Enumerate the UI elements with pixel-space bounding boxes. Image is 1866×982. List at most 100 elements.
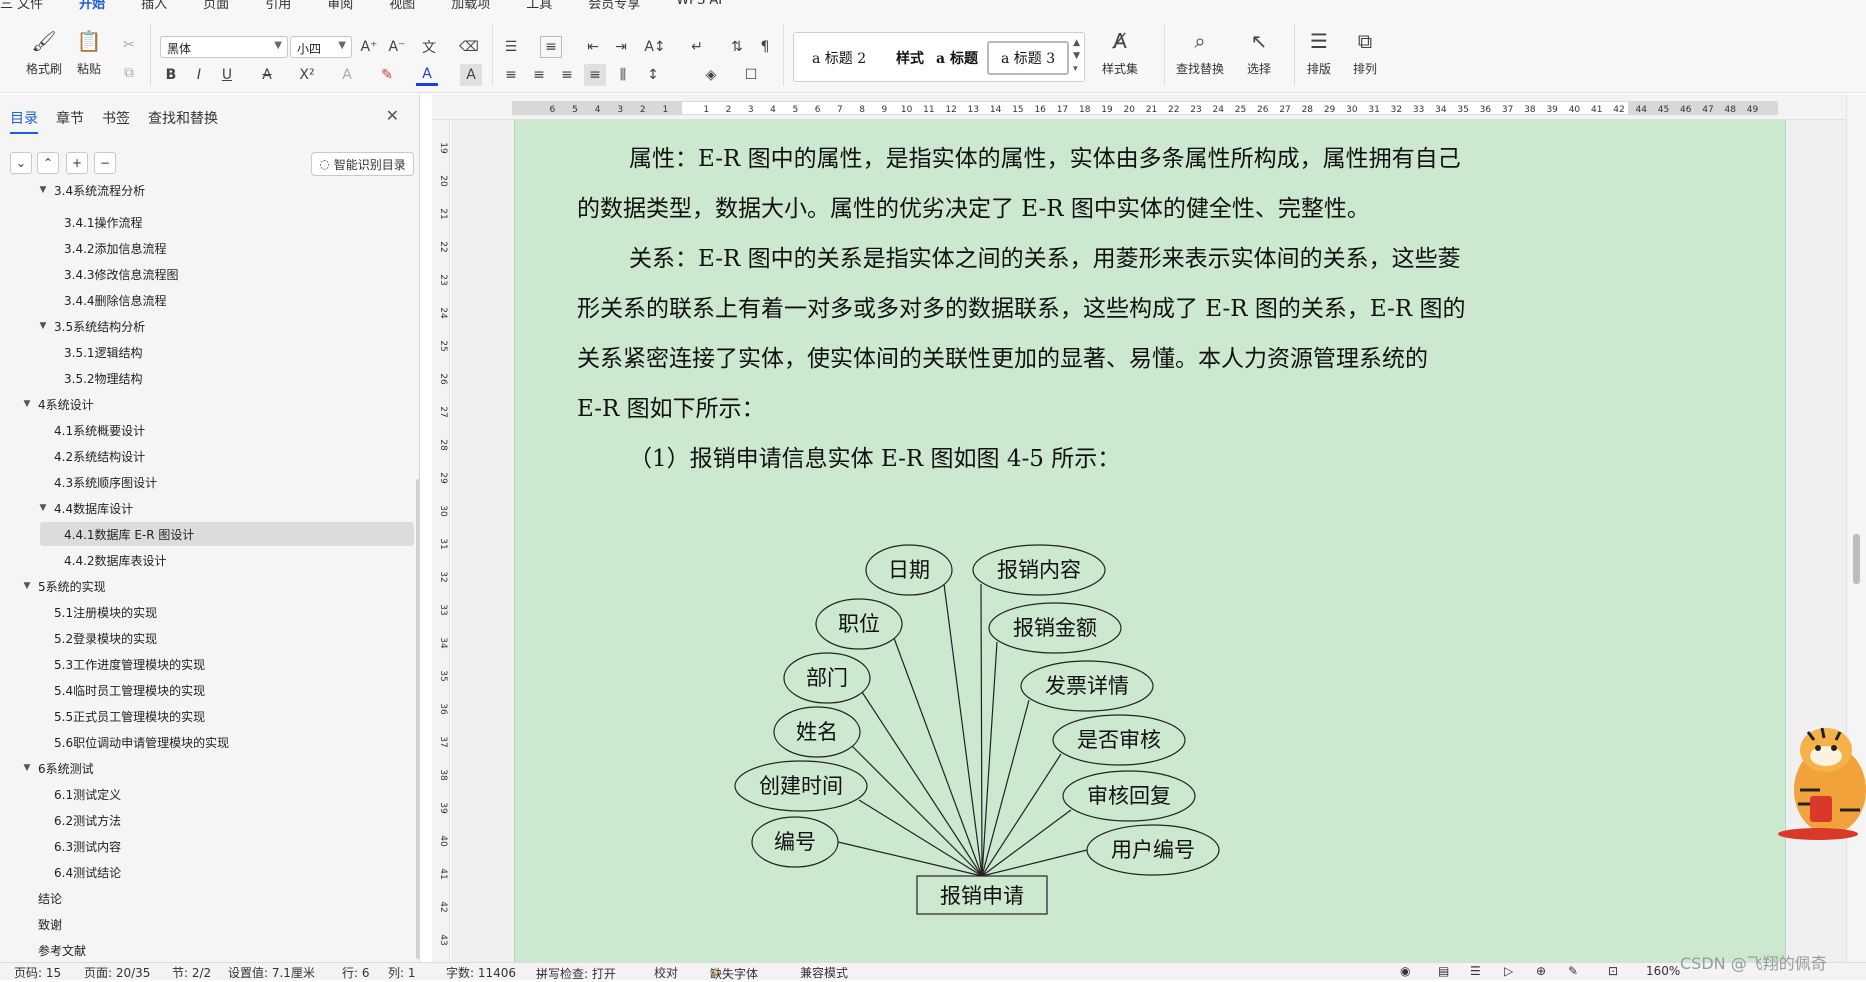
font-name-select[interactable]: 黑体 ▼ (160, 36, 288, 58)
font-size-select[interactable]: 小四 ▼ (290, 36, 352, 58)
status-page[interactable]: 页码: 15 (14, 964, 61, 981)
paste-button[interactable]: 📋 粘贴 (76, 28, 102, 77)
menu-tab[interactable]: 审阅 (327, 0, 353, 10)
toc-item[interactable]: 6.4测试结论 (0, 860, 416, 884)
bold-icon[interactable]: B (160, 64, 182, 86)
superscript-icon[interactable]: X² (296, 64, 318, 86)
toc-item[interactable]: ▼ 3.4系统流程分析 (0, 178, 416, 202)
toc-item[interactable]: 5.6职位调动申请管理模块的实现 (0, 730, 416, 754)
expand-triangle-icon[interactable]: ▼ (38, 321, 48, 331)
close-icon[interactable]: ✕ (386, 106, 399, 125)
menu-tab[interactable]: 开始 (79, 0, 105, 10)
expand-triangle-icon[interactable]: ▼ (22, 763, 32, 773)
menu-tab[interactable]: WPS AI (676, 0, 722, 10)
grow-font-icon[interactable]: A⁺ (358, 36, 380, 58)
toc-item[interactable]: 4.2系统结构设计 (0, 444, 416, 468)
status-section[interactable]: 节: 2/2 (172, 964, 211, 981)
bullet-list-icon[interactable]: ☰ (500, 36, 522, 58)
toc-item[interactable]: ▼ 5系统的实现 (0, 574, 416, 598)
nav-scrollbar[interactable] (416, 479, 419, 959)
menu-tab[interactable]: 视图 (389, 0, 415, 10)
toc-item[interactable]: 3.4.1操作流程 (0, 210, 416, 234)
status-pages[interactable]: 页面: 20/35 (84, 964, 150, 981)
expand-triangle-icon[interactable]: ▼ (22, 581, 32, 591)
toc-item[interactable]: 致谢 (0, 912, 416, 936)
toc-item[interactable]: 3.4.4删除信息流程 (0, 288, 416, 312)
text-direction-icon[interactable]: A↕ (644, 36, 666, 58)
toc-item[interactable]: ▼ 4系统设计 (0, 392, 416, 416)
toc-item[interactable]: 3.5.1逻辑结构 (0, 340, 416, 364)
highlight-icon[interactable]: ✎ (376, 64, 398, 86)
sort-icon[interactable]: ⇅ (726, 36, 748, 58)
toc-item[interactable]: 4.4.2数据库表设计 (0, 548, 416, 572)
style-heading[interactable]: a 标题 (936, 41, 978, 75)
menu-tab[interactable]: 加载项 (451, 0, 490, 10)
scroll-thumb[interactable] (1853, 534, 1860, 584)
fit-page-icon[interactable]: ⊡ (1608, 964, 1618, 978)
strikethrough-icon[interactable]: A (256, 64, 278, 86)
status-row[interactable]: 行: 6 (342, 964, 370, 981)
toc-item[interactable]: 5.5正式员工管理模块的实现 (0, 704, 416, 728)
line-spacing-icon[interactable]: ↕ (642, 64, 664, 86)
toc-item[interactable]: 5.1注册模块的实现 (0, 600, 416, 624)
toc-item[interactable]: 6.1测试定义 (0, 782, 416, 806)
toc-item[interactable]: 5.4临时员工管理模块的实现 (0, 678, 416, 702)
menu-tab[interactable]: 页面 (203, 0, 229, 10)
collapse-up-icon[interactable]: ⌃ (37, 152, 59, 174)
menu-tab[interactable]: 三 文件 (0, 0, 43, 10)
justify-icon[interactable]: ≡ (584, 64, 606, 86)
borders-icon[interactable]: ☐ (740, 64, 762, 86)
text-effect-icon[interactable]: A (336, 64, 358, 86)
status-words[interactable]: 字数: 11406 (446, 964, 516, 981)
eye-icon[interactable]: ◉ (1400, 964, 1410, 978)
status-setting[interactable]: 设置值: 7.1厘米 (228, 964, 315, 981)
menu-tab[interactable]: 插入 (141, 0, 167, 10)
copy-icon[interactable]: ⧉ (118, 62, 140, 84)
status-col[interactable]: 列: 1 (388, 964, 416, 981)
status-proof[interactable]: 校对 (654, 964, 678, 981)
web-view-icon[interactable]: ⊕ (1536, 964, 1546, 978)
toc-item[interactable]: 5.2登录模块的实现 (0, 626, 416, 650)
toc-item[interactable]: ▼ 6系统测试 (0, 756, 416, 780)
distribute-icon[interactable]: ⫼ (612, 64, 634, 86)
expand-down-icon[interactable]: ⌄ (10, 152, 32, 174)
toc-item[interactable]: 4.1系统概要设计 (0, 418, 416, 442)
arrange-button[interactable]: ⧉ 排列 (1352, 28, 1378, 77)
toc-item[interactable]: 6.2测试方法 (0, 808, 416, 832)
gallery-scroll-icon[interactable]: ▲ ▼ ▾ (1073, 37, 1080, 76)
toc-item[interactable]: 6.3测试内容 (0, 834, 416, 858)
align-left-icon[interactable]: ≡ (500, 64, 522, 86)
toc-item[interactable]: 4.4.1数据库 E-R 图设计 (40, 522, 414, 546)
toc-item[interactable]: 3.5.2物理结构 (0, 366, 416, 390)
zoom-level[interactable]: 160% (1646, 964, 1680, 978)
expand-triangle-icon[interactable]: ▼ (38, 503, 48, 513)
shrink-font-icon[interactable]: A⁻ (386, 36, 408, 58)
phonetic-icon[interactable]: 文 (418, 36, 440, 58)
smart-toc-button[interactable]: ◌ 智能识别目录 (311, 152, 414, 176)
window-controls[interactable] (1808, 0, 1858, 6)
decrease-indent-icon[interactable]: ⇤ (582, 36, 604, 58)
select-button[interactable]: ↖ 选择 (1246, 28, 1272, 77)
toc-item[interactable]: ▼ 4.4数据库设计 (0, 496, 416, 520)
toc-item[interactable]: 结论 (0, 886, 416, 910)
find-replace-button[interactable]: ⌕ 查找替换 (1176, 28, 1224, 77)
nav-tab[interactable]: 查找和替换 (148, 108, 218, 134)
align-center-icon[interactable]: ≡ (528, 64, 550, 86)
clear-format-icon[interactable]: ⌫ (458, 36, 480, 58)
italic-icon[interactable]: I (188, 64, 210, 86)
align-right-icon[interactable]: ≡ (556, 64, 578, 86)
document-page[interactable]: 属性：E-R 图中的属性，是指实体的属性，实体由多条属性所构成，属性拥有自己 的… (514, 120, 1786, 962)
line-break-icon[interactable]: ↵ (686, 36, 708, 58)
horizontal-ruler[interactable]: 6 5 4 3 2 1 1 2 3 4 5 6 7 8 9 10 11 12 13 14 15 16 17 18 19 20 21 2… (432, 94, 1858, 120)
toc-item[interactable]: 参考文献 (0, 938, 416, 962)
cut-icon[interactable]: ✂ (118, 34, 140, 56)
expand-triangle-icon[interactable]: ▼ (38, 185, 48, 195)
char-shading-icon[interactable]: A (460, 64, 482, 86)
page-view-icon[interactable]: ▤ (1438, 964, 1449, 978)
show-marks-icon[interactable]: ¶ (754, 36, 776, 58)
font-color-icon[interactable]: A (416, 64, 438, 86)
style-heading2[interactable]: a 标题 2 (812, 41, 866, 75)
remove-heading-icon[interactable]: − (94, 152, 116, 174)
nav-tab[interactable]: 章节 (56, 108, 84, 134)
nav-tab[interactable]: 目录 (10, 108, 38, 134)
